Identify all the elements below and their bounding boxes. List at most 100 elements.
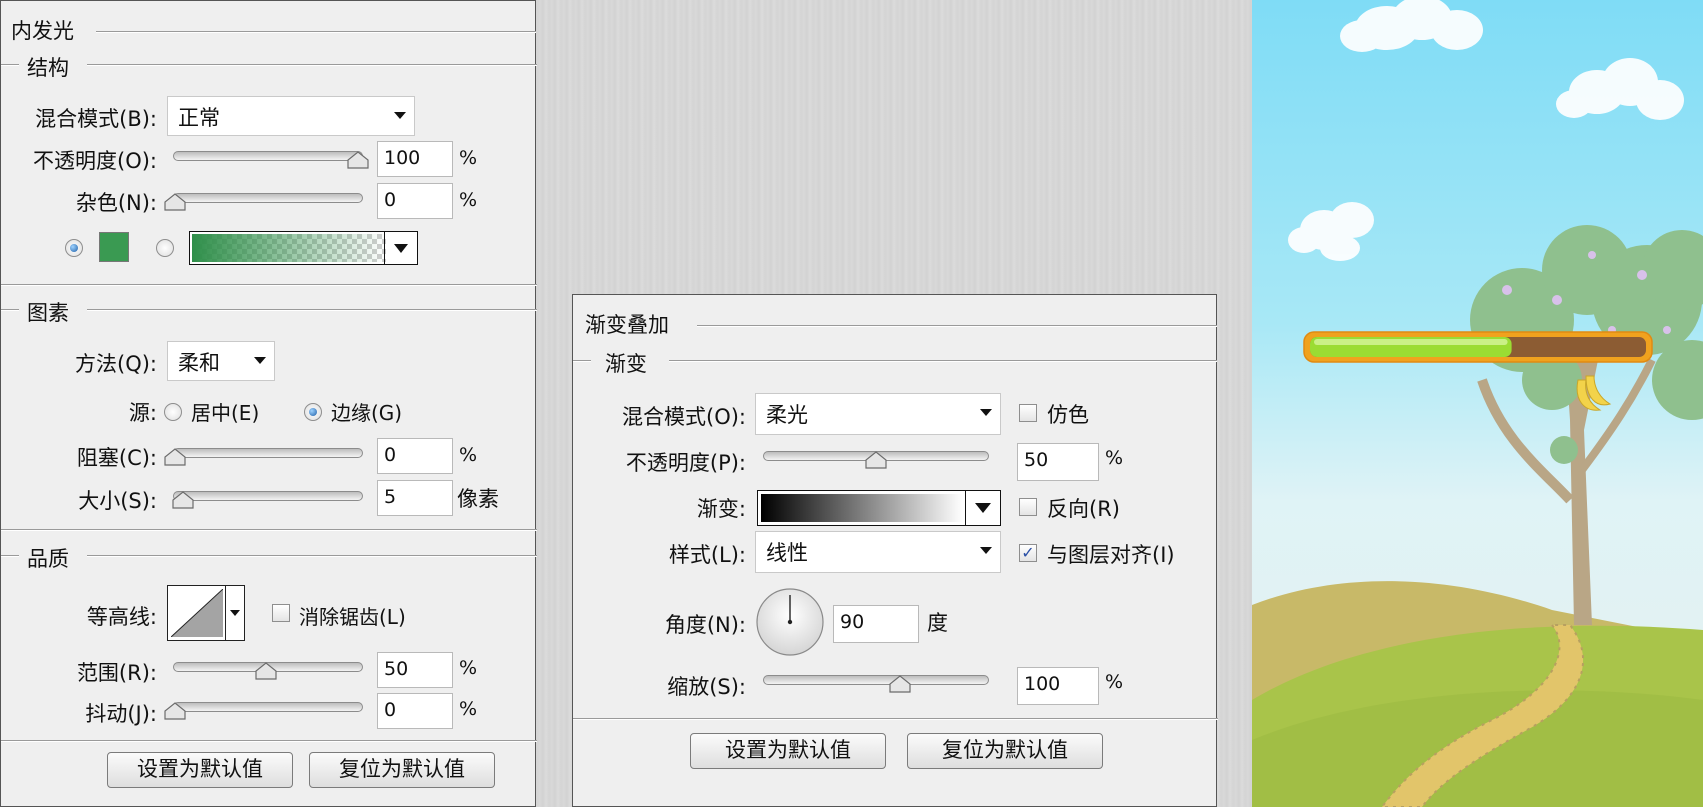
title-divider — [697, 325, 1217, 327]
scale-slider[interactable] — [763, 675, 989, 685]
noise-slider-thumb[interactable] — [164, 193, 186, 211]
size-input[interactable]: 5 — [377, 480, 453, 516]
jitter-label: 抖动(J): — [85, 702, 157, 726]
make-default-button[interactable]: 设置为默认值 — [107, 752, 293, 788]
method-select[interactable]: 柔和 — [167, 341, 275, 381]
noise-label: 杂色(N): — [75, 191, 157, 215]
overlay-opacity-slider-thumb[interactable] — [865, 451, 887, 469]
contour-preview-icon — [171, 589, 223, 637]
size-label: 大小(S): — [78, 489, 157, 513]
jitter-slider-thumb[interactable] — [164, 702, 186, 720]
quality-heading: 品质 — [27, 547, 69, 571]
antialias-label[interactable]: 消除锯齿(L) — [299, 601, 406, 630]
gradient-picker[interactable] — [189, 231, 418, 265]
game-scene — [1252, 0, 1703, 807]
chevron-down-icon — [254, 357, 266, 364]
choke-slider-thumb[interactable] — [164, 448, 186, 466]
noise-input[interactable]: 0 — [377, 183, 453, 219]
gradient-bar-swatch — [761, 494, 963, 522]
overlay-opacity-input[interactable]: 50 — [1017, 443, 1099, 481]
overlay-blend-select[interactable]: 柔光 — [755, 393, 1001, 435]
reverse-checkbox[interactable] — [1019, 498, 1037, 516]
source-edge-label[interactable]: 边缘(G) — [331, 397, 402, 426]
inner-glow-title: 内发光 — [11, 19, 74, 43]
size-slider-thumb[interactable] — [172, 491, 194, 509]
solid-color-radio[interactable] — [65, 239, 83, 257]
angle-unit: 度 — [927, 611, 948, 635]
overlay-opacity-unit: % — [1105, 447, 1124, 469]
antialias-checkbox[interactable] — [272, 604, 290, 622]
dither-checkbox[interactable] — [1019, 404, 1037, 422]
section-rule — [1, 284, 537, 286]
choke-unit: % — [459, 444, 478, 466]
elements-divider — [87, 309, 537, 311]
color-swatch[interactable] — [99, 232, 129, 262]
source-edge-radio[interactable] — [304, 403, 322, 421]
chevron-down-icon — [394, 112, 406, 119]
range-input[interactable]: 50 — [377, 652, 453, 688]
chevron-down-icon — [975, 503, 991, 513]
structure-divider-left — [1, 64, 19, 66]
dither-label[interactable]: 仿色 — [1047, 399, 1089, 429]
opacity-slider-thumb[interactable] — [347, 151, 369, 169]
chevron-down-icon — [394, 244, 408, 253]
range-slider-thumb[interactable] — [255, 662, 277, 680]
scale-label: 缩放(S): — [667, 675, 746, 699]
source-center-radio[interactable] — [164, 403, 182, 421]
scale-input[interactable]: 100 — [1017, 667, 1099, 705]
noise-slider[interactable] — [173, 193, 363, 203]
contour-label: 等高线: — [86, 605, 157, 629]
overlay-blend-label: 混合模式(O): — [622, 405, 746, 429]
game-preview — [1252, 0, 1703, 807]
range-label: 范围(R): — [76, 661, 157, 685]
gradient-divider — [669, 360, 1217, 362]
style-select[interactable]: 线性 — [755, 531, 1001, 573]
angle-label: 角度(N): — [664, 613, 746, 637]
align-label[interactable]: 与图层对齐(I) — [1047, 539, 1175, 569]
size-unit: 像素 — [457, 487, 499, 511]
overlay-reset-default-button[interactable]: 复位为默认值 — [907, 733, 1103, 769]
style-value: 线性 — [766, 541, 808, 565]
gradient-bar-dropdown-button[interactable] — [965, 491, 1000, 525]
angle-dial-icon[interactable] — [755, 587, 825, 657]
overlay-make-default-button[interactable]: 设置为默认值 — [690, 733, 886, 769]
quality-divider — [87, 555, 537, 557]
style-label: 样式(L): — [668, 543, 746, 567]
gradient-bar-picker[interactable] — [757, 490, 1001, 526]
quality-divider-left — [1, 555, 19, 557]
overlay-blend-value: 柔光 — [766, 403, 808, 427]
opacity-slider[interactable] — [173, 151, 363, 161]
jitter-slider[interactable] — [173, 702, 363, 712]
elements-divider-left — [1, 309, 19, 311]
chevron-down-icon — [980, 547, 992, 554]
gradient-radio[interactable] — [156, 239, 174, 257]
gradient-dropdown-button[interactable] — [384, 232, 417, 264]
reset-default-button[interactable]: 复位为默认值 — [309, 752, 495, 788]
blend-mode-label: 混合模式(B): — [35, 107, 157, 131]
opacity-unit: % — [459, 147, 478, 169]
cloud-icon — [1340, 0, 1483, 52]
choke-slider[interactable] — [173, 448, 363, 458]
inner-glow-panel: 内发光 结构 混合模式(B): 正常 不透明度(O): 100 % 杂色(N):… — [0, 0, 537, 807]
reverse-label[interactable]: 反向(R) — [1047, 493, 1120, 523]
contour-picker[interactable] — [167, 585, 245, 641]
source-center-label[interactable]: 居中(E) — [191, 397, 259, 426]
cloud-icon — [1556, 58, 1684, 120]
gradient-overlay-title: 渐变叠加 — [585, 313, 669, 337]
size-slider[interactable] — [173, 491, 363, 501]
structure-divider — [87, 64, 537, 66]
structure-heading: 结构 — [27, 56, 69, 80]
choke-input[interactable]: 0 — [377, 438, 453, 474]
contour-dropdown-button[interactable] — [225, 586, 244, 640]
angle-input[interactable]: 90 — [833, 605, 919, 643]
opacity-label: 不透明度(O): — [33, 149, 157, 173]
method-value: 柔和 — [178, 351, 220, 375]
jitter-input[interactable]: 0 — [377, 693, 453, 729]
jitter-unit: % — [459, 698, 478, 720]
blend-mode-value: 正常 — [178, 106, 220, 130]
scale-slider-thumb[interactable] — [889, 675, 911, 693]
blend-mode-select[interactable]: 正常 — [167, 96, 415, 136]
align-checkbox[interactable]: ✓ — [1019, 544, 1037, 562]
overlay-opacity-label: 不透明度(P): — [625, 451, 746, 475]
opacity-input[interactable]: 100 — [377, 141, 453, 177]
